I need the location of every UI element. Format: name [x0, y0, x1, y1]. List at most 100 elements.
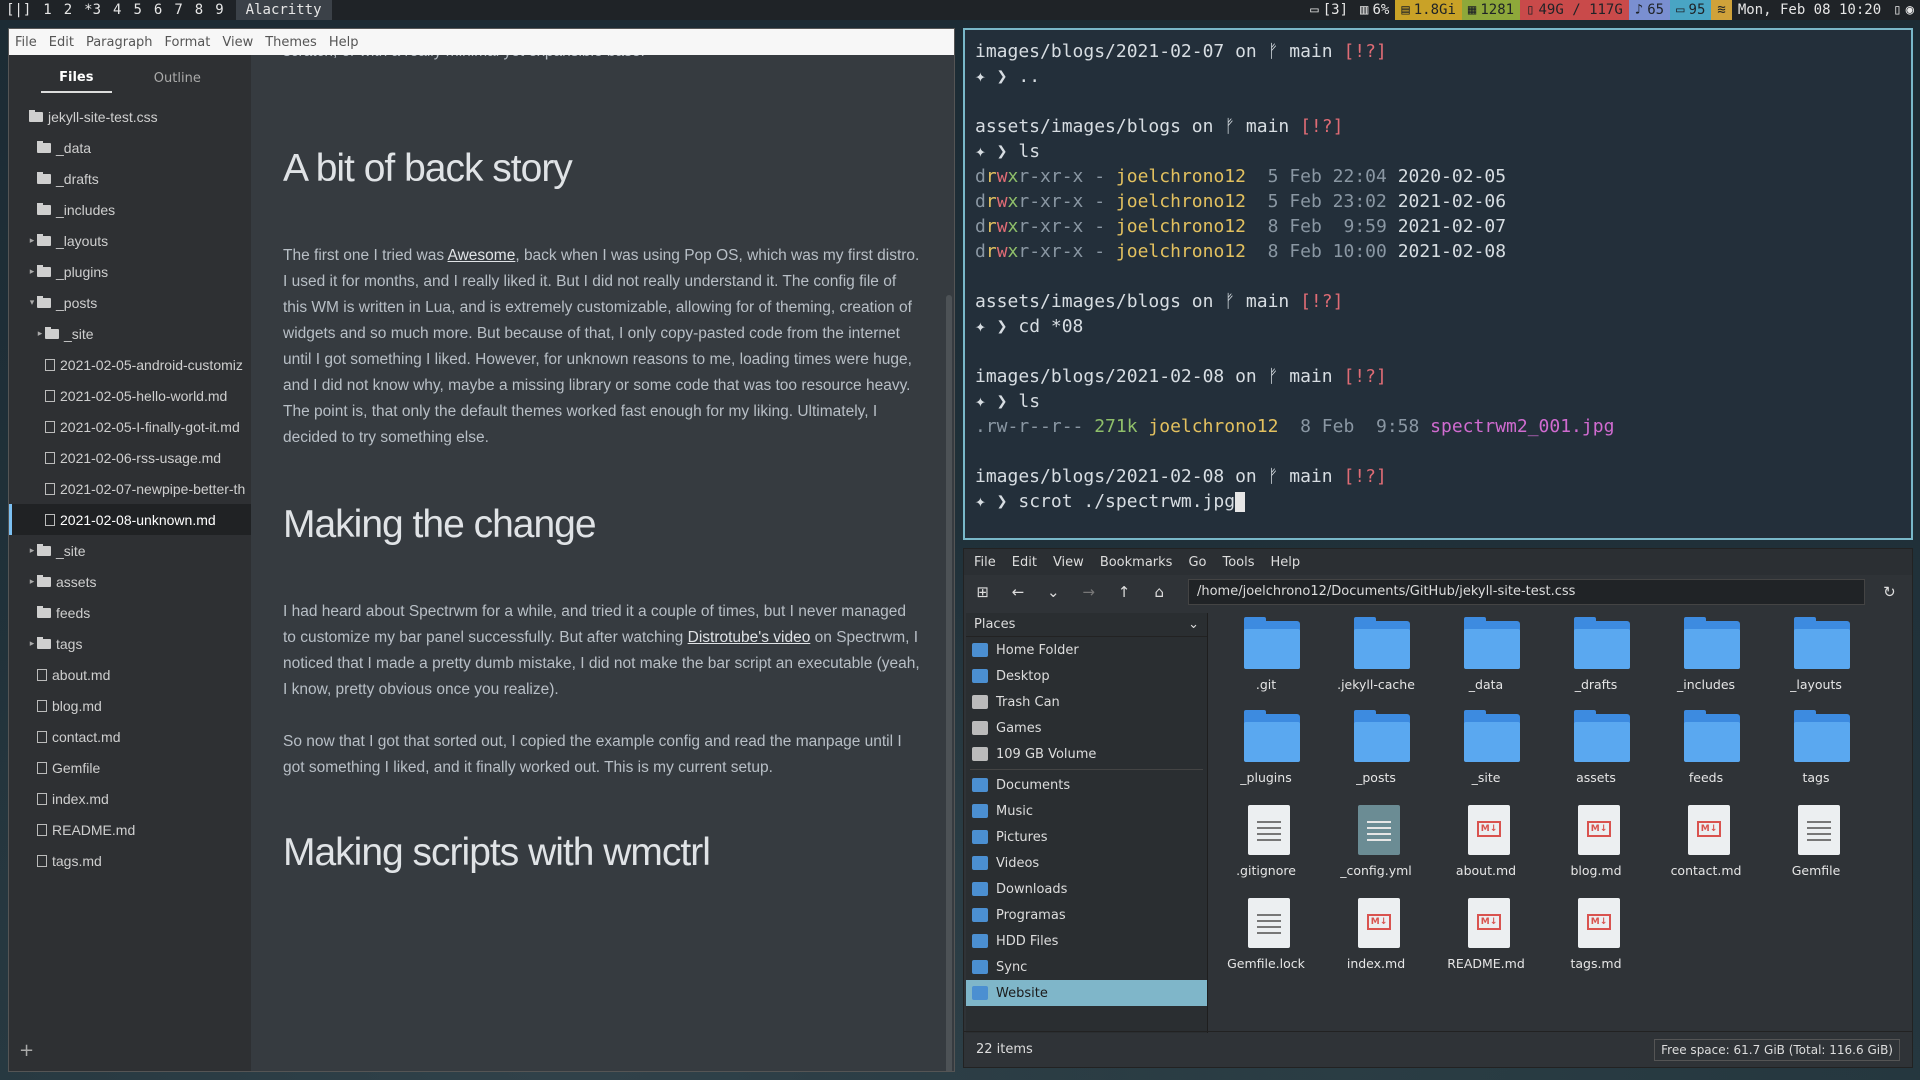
file-item[interactable]: .git: [1216, 615, 1316, 703]
file-item[interactable]: M↓ README.md: [1436, 894, 1536, 982]
place-item[interactable]: Pictures: [966, 824, 1207, 850]
file-item[interactable]: M↓ tags.md: [1546, 894, 1646, 982]
places-header[interactable]: Places ⌄: [966, 613, 1207, 637]
expand-arrow-icon[interactable]: ▸: [27, 545, 37, 556]
place-item[interactable]: Programas: [966, 902, 1207, 928]
file-item[interactable]: tags: [1766, 708, 1866, 796]
path-bar[interactable]: /home/joelchrono12/Documents/GitHub/jeky…: [1187, 579, 1865, 605]
place-item[interactable]: Games: [966, 715, 1207, 741]
file-item[interactable]: _posts: [1326, 708, 1426, 796]
file-item[interactable]: Gemfile.lock: [1216, 894, 1316, 982]
menu-themes[interactable]: Themes: [265, 35, 317, 50]
workspace-7[interactable]: 7: [168, 2, 188, 18]
tree-item[interactable]: 2021-02-05-hello-world.md: [9, 380, 251, 411]
tree-item[interactable]: about.md: [9, 659, 251, 690]
tab-files[interactable]: Files: [41, 64, 112, 93]
editor-scrollbar[interactable]: [946, 295, 952, 1071]
expand-arrow-icon[interactable]: ▸: [27, 235, 37, 246]
fm-menu-tools[interactable]: Tools: [1222, 555, 1254, 570]
tree-item[interactable]: ▸ _site: [9, 318, 251, 349]
fm-menu-view[interactable]: View: [1053, 555, 1084, 570]
tree-item[interactable]: _drafts: [9, 163, 251, 194]
menu-view[interactable]: View: [222, 35, 253, 50]
file-item[interactable]: M↓ about.md: [1436, 801, 1536, 889]
back-arrow-icon[interactable]: ←: [1007, 583, 1028, 601]
expand-arrow-icon[interactable]: ▾: [27, 297, 37, 308]
tray-icons[interactable]: ▯ ◉: [1887, 0, 1920, 20]
menu-file[interactable]: File: [15, 35, 37, 50]
file-item[interactable]: _data: [1436, 615, 1536, 703]
home-icon[interactable]: ⌂: [1149, 583, 1170, 601]
file-item[interactable]: _drafts: [1546, 615, 1646, 703]
tree-item[interactable]: blog.md: [9, 690, 251, 721]
place-item[interactable]: Sync: [966, 954, 1207, 980]
tree-item[interactable]: 2021-02-05-I-finally-got-it.md: [9, 411, 251, 442]
file-item[interactable]: _plugins: [1216, 708, 1316, 796]
workspace-2[interactable]: 2: [58, 2, 78, 18]
fm-menu-edit[interactable]: Edit: [1012, 555, 1037, 570]
tree-item[interactable]: README.md: [9, 814, 251, 845]
layout-indicator[interactable]: [|]: [0, 2, 37, 18]
workspace-4[interactable]: 4: [107, 2, 127, 18]
new-tab-icon[interactable]: ⊞: [972, 583, 993, 601]
place-item[interactable]: 109 GB Volume: [966, 741, 1207, 767]
place-item[interactable]: Trash Can: [966, 689, 1207, 715]
distrotube-link[interactable]: Distrotube's video: [688, 629, 811, 646]
file-item[interactable]: Gemfile: [1766, 801, 1866, 889]
file-item[interactable]: _layouts: [1766, 615, 1866, 703]
place-item[interactable]: Home Folder: [966, 637, 1207, 663]
workspace-6[interactable]: 6: [148, 2, 168, 18]
workspace-1[interactable]: 1: [37, 2, 57, 18]
menu-paragraph[interactable]: Paragraph: [86, 35, 153, 50]
tree-item[interactable]: Gemfile: [9, 752, 251, 783]
place-item[interactable]: HDD Files: [966, 928, 1207, 954]
expand-arrow-icon[interactable]: ▸: [27, 266, 37, 277]
file-item[interactable]: M↓ blog.md: [1546, 801, 1646, 889]
file-item[interactable]: _site: [1436, 708, 1536, 796]
workspace-3[interactable]: *3: [78, 2, 107, 18]
workspace-5[interactable]: 5: [127, 2, 147, 18]
tree-item[interactable]: jekyll-site-test.css: [9, 101, 251, 132]
up-arrow-icon[interactable]: ↑: [1113, 583, 1134, 601]
terminal-window[interactable]: images/blogs/2021-02-07 on ᚠ main [!?] ✦ …: [963, 28, 1913, 540]
fm-menu-bookmarks[interactable]: Bookmarks: [1100, 555, 1173, 570]
file-item[interactable]: .jekyll-cache: [1326, 615, 1426, 703]
fm-menu-go[interactable]: Go: [1188, 555, 1206, 570]
tree-item[interactable]: ▾ _posts: [9, 287, 251, 318]
history-dropdown-icon[interactable]: ⌄: [1043, 583, 1064, 601]
file-item[interactable]: M↓ index.md: [1326, 894, 1426, 982]
file-item[interactable]: assets: [1546, 708, 1646, 796]
reload-icon[interactable]: ↻: [1879, 583, 1900, 601]
tree-item[interactable]: feeds: [9, 597, 251, 628]
expand-arrow-icon[interactable]: ▸: [35, 328, 45, 339]
tree-item[interactable]: _data: [9, 132, 251, 163]
tree-item[interactable]: contact.md: [9, 721, 251, 752]
file-item[interactable]: _config.yml: [1326, 801, 1426, 889]
tree-item[interactable]: 2021-02-08-unknown.md: [9, 504, 251, 535]
menu-help[interactable]: Help: [329, 35, 359, 50]
tree-item[interactable]: _includes: [9, 194, 251, 225]
place-item[interactable]: Videos: [966, 850, 1207, 876]
tree-item[interactable]: tags.md: [9, 845, 251, 876]
file-item[interactable]: M↓ contact.md: [1656, 801, 1756, 889]
tree-item[interactable]: ▸ _plugins: [9, 256, 251, 287]
fm-menu-help[interactable]: Help: [1271, 555, 1301, 570]
file-item[interactable]: _includes: [1656, 615, 1756, 703]
place-item[interactable]: Downloads: [966, 876, 1207, 902]
workspace-9[interactable]: 9: [209, 2, 229, 18]
tree-item[interactable]: ▸ assets: [9, 566, 251, 597]
expand-arrow-icon[interactable]: ▸: [27, 638, 37, 649]
tree-item[interactable]: ▸ _layouts: [9, 225, 251, 256]
forward-arrow-icon[interactable]: →: [1078, 583, 1099, 601]
tree-item[interactable]: 2021-02-06-rss-usage.md: [9, 442, 251, 473]
tree-item[interactable]: 2021-02-05-android-customiz: [9, 349, 251, 380]
place-item[interactable]: Music: [966, 798, 1207, 824]
fm-menu-file[interactable]: File: [974, 555, 996, 570]
tree-item[interactable]: ▸ _site: [9, 535, 251, 566]
add-file-button[interactable]: +: [19, 1040, 34, 1061]
tree-item[interactable]: ▸ tags: [9, 628, 251, 659]
place-item[interactable]: Documents: [966, 772, 1207, 798]
file-item[interactable]: .gitignore: [1216, 801, 1316, 889]
place-item[interactable]: Website: [966, 980, 1207, 1006]
place-item[interactable]: Desktop: [966, 663, 1207, 689]
